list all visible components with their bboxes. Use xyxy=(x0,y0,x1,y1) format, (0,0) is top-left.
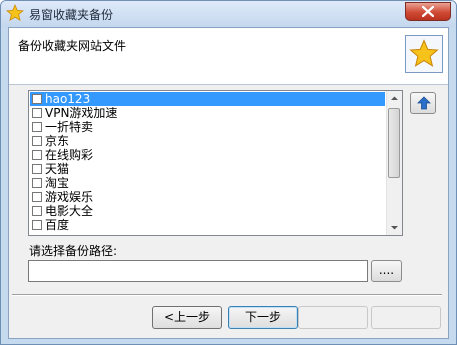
list-item[interactable]: hao123 xyxy=(30,92,385,106)
list-item[interactable]: 淘宝 xyxy=(30,176,385,190)
list-item[interactable]: 游戏娱乐 xyxy=(30,190,385,204)
dialog-button-3[interactable] xyxy=(298,306,368,329)
dialog-client: 备份收藏夹网站文件 hao123 VPN游戏加速 一折特卖 京东 在线购彩 天猫… xyxy=(8,27,449,339)
close-button[interactable] xyxy=(405,2,451,21)
checkbox[interactable] xyxy=(32,206,42,216)
arrow-up-icon xyxy=(417,96,431,110)
list-item-label: 天猫 xyxy=(45,162,70,176)
star-icon xyxy=(6,4,24,22)
list-item-label: 电影大全 xyxy=(45,204,94,218)
divider xyxy=(12,294,442,296)
scroll-down-arrow-icon[interactable] xyxy=(387,220,402,235)
checkbox[interactable] xyxy=(32,94,42,104)
window-title: 易窗收藏夹备份 xyxy=(29,8,114,22)
list-item-label: 在线购彩 xyxy=(45,148,94,162)
scroll-up-arrow-icon[interactable] xyxy=(387,91,402,106)
list-item[interactable]: VPN游戏加速 xyxy=(30,106,385,120)
checkbox[interactable] xyxy=(32,178,42,188)
app-window: 易窗收藏夹备份 备份收藏夹网站文件 hao123 VPN游戏加速 一折特卖 京东… xyxy=(0,0,457,345)
checkbox[interactable] xyxy=(32,220,42,230)
list-item-label: 淘宝 xyxy=(45,176,70,190)
next-button[interactable]: 下一步 xyxy=(228,306,298,329)
header-logo xyxy=(405,35,443,73)
list-item-label: 一折特卖 xyxy=(45,120,94,134)
backup-path-label: 请选择备份路径: xyxy=(29,244,118,258)
scroll-thumb[interactable] xyxy=(388,108,400,178)
checkbox[interactable] xyxy=(32,136,42,146)
list-item[interactable]: 京东 xyxy=(30,134,385,148)
checkbox[interactable] xyxy=(32,164,42,174)
list-item[interactable]: 天猫 xyxy=(30,162,385,176)
list-scrollbar[interactable] xyxy=(386,91,402,235)
list-item[interactable]: 一折特卖 xyxy=(30,120,385,134)
backup-path-input[interactable] xyxy=(28,260,368,282)
checkbox[interactable] xyxy=(32,108,42,118)
title-bar[interactable]: 易窗收藏夹备份 xyxy=(1,1,456,27)
dialog-button-4[interactable] xyxy=(371,306,441,329)
checkbox[interactable] xyxy=(32,122,42,132)
list-item-label: VPN游戏加速 xyxy=(45,106,118,120)
star-logo-icon xyxy=(409,39,439,67)
list-item-label: 京东 xyxy=(45,134,70,148)
list-item-label: 游戏娱乐 xyxy=(45,190,94,204)
list-item-label: 百度 xyxy=(45,218,70,232)
header-panel: 备份收藏夹网站文件 xyxy=(9,28,448,85)
move-up-button[interactable] xyxy=(410,92,436,114)
browse-button[interactable]: .... xyxy=(371,260,402,282)
list-item-label: hao123 xyxy=(45,92,91,106)
list-item[interactable]: 在线购彩 xyxy=(30,148,385,162)
bookmark-list[interactable]: hao123 VPN游戏加速 一折特卖 京东 在线购彩 天猫 淘宝 游戏娱乐 电… xyxy=(28,90,403,236)
prev-button[interactable]: <上一步 xyxy=(152,306,222,329)
list-item[interactable]: 百度 xyxy=(30,218,385,232)
list-item[interactable]: 电影大全 xyxy=(30,204,385,218)
page-title: 备份收藏夹网站文件 xyxy=(18,39,127,53)
close-icon xyxy=(422,6,434,17)
checkbox[interactable] xyxy=(32,192,42,202)
checkbox[interactable] xyxy=(32,150,42,160)
